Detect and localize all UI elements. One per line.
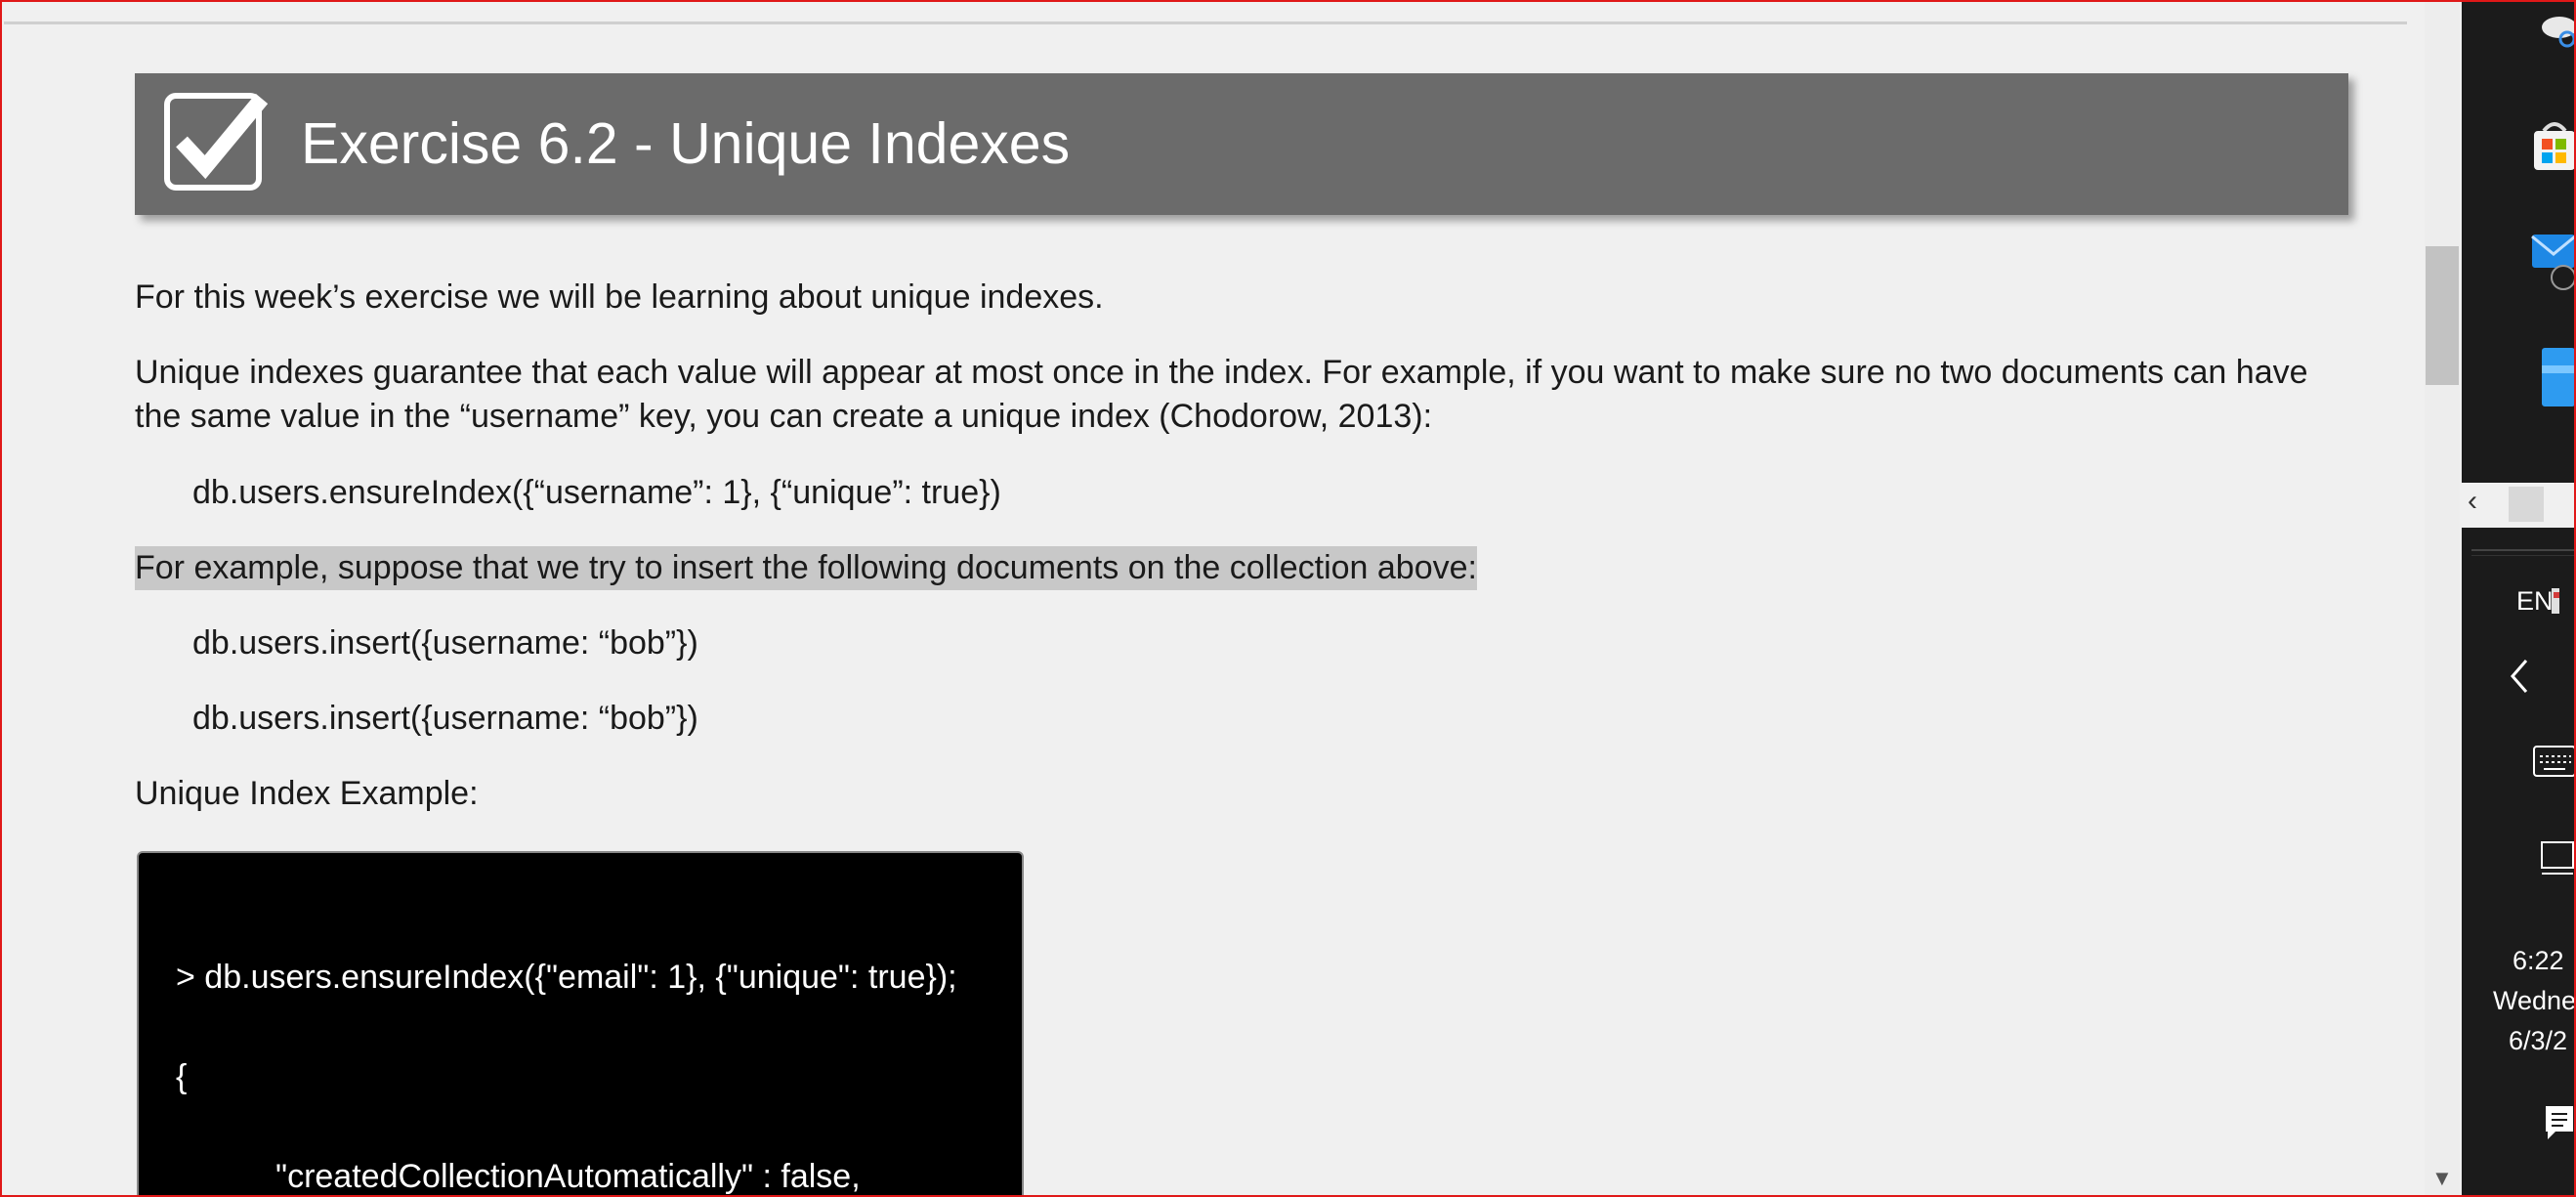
- console-line: > db.users.ensureIndex({"email": 1}, {"u…: [176, 959, 957, 996]
- console-line: "createdCollectionAutomatically" : false…: [275, 1158, 861, 1195]
- definition-paragraph: Unique indexes guarantee that each value…: [135, 354, 2308, 435]
- file-explorer-icon[interactable]: [2538, 346, 2574, 413]
- flag-icon: [2552, 588, 2563, 619]
- selected-paragraph[interactable]: For example, suppose that we try to inse…: [135, 546, 1477, 590]
- code-ensure-index: db.users.ensureIndex({“username”: 1}, {“…: [192, 474, 1001, 511]
- store-icon[interactable]: [2532, 117, 2574, 177]
- code-insert-1: db.users.insert({username: “bob”}): [192, 624, 698, 662]
- code-insert-2: db.users.insert({username: “bob”}): [192, 700, 698, 737]
- intro-paragraph: For this week’s exercise we will be lear…: [135, 278, 1104, 316]
- checkbox-icon: [164, 93, 269, 191]
- scroll-down-icon[interactable]: ▼: [2431, 1166, 2453, 1191]
- mail-icon[interactable]: [2530, 229, 2574, 306]
- keyboard-icon[interactable]: [2532, 745, 2574, 783]
- onedrive-icon[interactable]: [2538, 10, 2574, 54]
- clock-day[interactable]: Wedne: [2493, 986, 2574, 1016]
- page-title: Exercise 6.2 - Unique Indexes: [301, 111, 1071, 176]
- example-label: Unique Index Example:: [135, 775, 479, 812]
- console-line: {: [176, 1058, 188, 1095]
- exercise-banner: Exercise 6.2 - Unique Indexes: [135, 73, 2348, 215]
- clock-date[interactable]: 6/3/2: [2509, 1026, 2567, 1056]
- language-indicator[interactable]: EN: [2516, 586, 2554, 617]
- action-center-icon[interactable]: [2544, 1104, 2574, 1148]
- tray-overflow-bar[interactable]: ‹: [2462, 483, 2574, 528]
- tablet-mode-icon[interactable]: [2540, 840, 2574, 884]
- scrollbar-thumb[interactable]: [2426, 246, 2459, 385]
- document-page: Exercise 6.2 - Unique Indexes For this w…: [4, 2, 2407, 1195]
- clock-time[interactable]: 6:22: [2513, 946, 2564, 976]
- console-screenshot: > db.users.ensureIndex({"email": 1}, {"u…: [137, 851, 1024, 1195]
- taskbar: ‹ EN 6:22 Wedne 6/3/2: [2462, 2, 2574, 1195]
- chevron-left-icon[interactable]: ‹: [2468, 485, 2477, 518]
- chevron-left-icon[interactable]: [2507, 657, 2534, 701]
- top-divider: [4, 21, 2407, 24]
- vertical-scrollbar[interactable]: [2425, 2, 2460, 1195]
